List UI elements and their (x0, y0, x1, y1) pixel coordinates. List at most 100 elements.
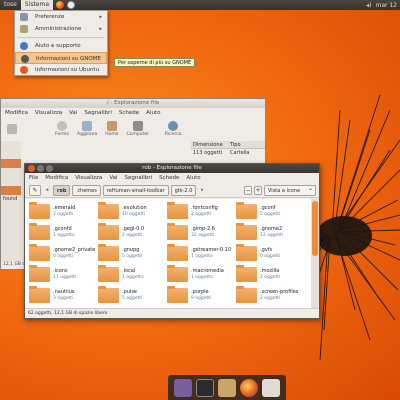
menu-item-info-gnome[interactable]: Informazioni su GNOME (15, 52, 107, 64)
computer-button[interactable]: Computer (127, 121, 149, 137)
terminal-icon[interactable] (196, 378, 214, 397)
sidebar-item[interactable] (1, 204, 21, 213)
window-titlebar[interactable]: / - Esplorazione file (1, 99, 265, 108)
breadcrumb-gtk[interactable]: gtk-2.0 (170, 184, 197, 196)
system-tray: ◂) mar 12 (366, 0, 400, 10)
folder-item[interactable]: .gegl-0.0 2 oggetti (98, 222, 167, 243)
folder-item[interactable]: .gnome2_private 0 oggetti (29, 243, 98, 264)
sidebar-item[interactable] (1, 150, 21, 159)
search-button[interactable]: Ricerca (165, 121, 182, 137)
top-panel: tose Sistema ◂) mar 12 (0, 0, 400, 10)
sidebar-item-found[interactable]: found (1, 195, 21, 204)
table-row[interactable]: 113 oggetti Cartella (191, 149, 265, 157)
menu-segnalibri[interactable]: Segnalibri (84, 108, 112, 118)
menu-visualizza[interactable]: Visualizza (35, 108, 62, 118)
menu-item-amministrazione[interactable]: Amministrazione ▸ (15, 23, 107, 35)
maximize-icon[interactable] (46, 165, 53, 172)
settings-icon[interactable] (174, 378, 192, 397)
folder-icon (29, 244, 50, 261)
folder-item[interactable]: .gnome2 12 oggetti (236, 222, 305, 243)
menu-aiuto[interactable]: Aiuto (186, 173, 200, 183)
folder-item[interactable]: .emerald 2 oggetti (29, 201, 98, 222)
column-header-type[interactable]: Tipo (228, 141, 265, 148)
sidebar-item[interactable] (1, 168, 21, 177)
breadcrumb-rob[interactable]: rob (53, 184, 71, 196)
reload-button[interactable]: Aggiorna (77, 121, 97, 137)
minimize-icon[interactable] (37, 165, 44, 172)
menu-file[interactable]: File (29, 173, 38, 183)
help-launcher-icon[interactable] (67, 1, 76, 9)
folder-count: 5 oggetti (122, 253, 143, 259)
close-icon[interactable] (28, 165, 35, 172)
breadcrumb-themes[interactable]: .themes (72, 184, 101, 196)
back-arrow-icon (7, 124, 17, 134)
file-manager-window-front[interactable]: rob - Esplorazione file File Modifica Vi… (24, 163, 320, 319)
folder-item[interactable]: .fontconfig 2 oggetti (167, 201, 236, 222)
view-mode-select[interactable]: Vista a icone (264, 184, 316, 196)
firefox-icon[interactable] (240, 378, 258, 397)
sidebar-item[interactable] (1, 141, 21, 150)
back-button[interactable] (7, 124, 17, 134)
menu-item-aiuto[interactable]: Aiuto e supporto (15, 40, 107, 52)
chevron-right-icon[interactable]: ▸ (198, 185, 206, 196)
clock[interactable]: mar 12 (375, 2, 397, 9)
breadcrumb-rehuman[interactable]: reHuman-small-toolbar (102, 184, 169, 196)
folder-item[interactable]: .nautilus 3 oggetti (29, 285, 98, 306)
folder-item[interactable]: .mozilla 2 oggetti (236, 264, 305, 285)
menu-modifica[interactable]: Modifica (45, 173, 68, 183)
menu-vai[interactable]: Vai (69, 108, 77, 118)
menu-visualizza[interactable]: Visualizza (75, 173, 102, 183)
stop-icon (57, 121, 68, 131)
stop-button[interactable]: Ferma (55, 121, 69, 137)
folder-icon (98, 244, 119, 261)
file-manager-icon[interactable] (262, 378, 280, 397)
menu-aiuto[interactable]: Aiuto (146, 108, 160, 118)
menu-segnalibri[interactable]: Segnalibri (125, 173, 153, 183)
sistema-menu-button[interactable]: Sistema (20, 0, 54, 10)
folder-item[interactable]: .evolution 10 oggetti (98, 201, 167, 222)
sidebar-item-selected[interactable] (1, 159, 21, 168)
folder-item[interactable]: .macromedia 1 oggetto (167, 264, 236, 285)
folder-icon (167, 286, 188, 303)
folder-item[interactable]: .gstreamer-0.10 1 oggetto (167, 243, 236, 264)
sidebar-item[interactable] (1, 177, 21, 186)
folder-icon (29, 265, 50, 282)
folder-count: 2 oggetti (53, 211, 74, 217)
folder-item[interactable]: .gconf 5 oggetti (236, 201, 305, 222)
menu-item-info-ubuntu[interactable]: Informazioni su Ubuntu (15, 64, 107, 76)
volume-icon[interactable]: ◂) (366, 2, 371, 9)
folder-item[interactable]: .purple 9 oggetti (167, 285, 236, 306)
column-header-size[interactable]: Dimensione (191, 141, 228, 148)
home-button[interactable]: Home (105, 121, 119, 137)
status-bar: 62 oggetti, 12,1 GB di spazio libero (25, 308, 319, 318)
menu-item-preferenze[interactable]: Preferenze ▸ (15, 11, 107, 23)
window-controls (28, 165, 53, 172)
chevron-left-icon[interactable]: ◂ (43, 185, 51, 196)
folder-item[interactable]: .gvfs 0 oggetti (236, 243, 305, 264)
menu-schede[interactable]: Schede (159, 173, 179, 183)
scrollbar[interactable] (311, 199, 319, 309)
folder-item[interactable]: .local 1 oggetto (98, 264, 167, 285)
scrollbar-thumb[interactable] (312, 201, 318, 256)
folder-icon (236, 265, 257, 282)
window-titlebar[interactable]: rob - Esplorazione file (25, 164, 319, 173)
folder-item[interactable]: .gnupg 5 oggetti (98, 243, 167, 264)
folder-grid: .emerald 2 oggetti .evolution 10 oggetti .fo… (25, 199, 313, 309)
menu-modifica[interactable]: Modifica (5, 108, 28, 118)
list-header: Dimensione Tipo (191, 141, 265, 149)
zoom-out-icon[interactable]: − (244, 185, 252, 195)
folder-item[interactable]: .screen-profiles 2 oggetti (236, 285, 305, 306)
window-title: / - Esplorazione file (106, 100, 160, 106)
edit-location-icon[interactable]: ✎ (29, 184, 41, 196)
text-editor-icon[interactable] (218, 378, 236, 397)
sidebar-item-selected[interactable] (1, 186, 21, 195)
zoom-in-icon[interactable]: + (254, 185, 262, 195)
folder-item[interactable]: .gconfd 1 oggetto (29, 222, 98, 243)
firefox-launcher-icon[interactable] (56, 1, 65, 9)
menu-vai[interactable]: Vai (109, 173, 117, 183)
panel-partial-menu[interactable]: tose (0, 0, 21, 10)
folder-item[interactable]: .gimp-2.6 32 oggetti (167, 222, 236, 243)
folder-item[interactable]: .icons 11 oggetti (29, 264, 98, 285)
menu-schede[interactable]: Schede (119, 108, 139, 118)
folder-item[interactable]: .pulse 5 oggetti (98, 285, 167, 306)
